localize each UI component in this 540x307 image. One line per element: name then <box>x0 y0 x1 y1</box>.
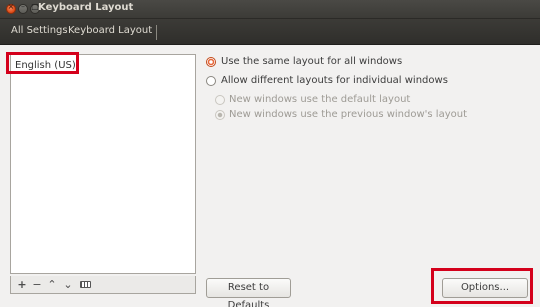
remove-layout-button[interactable]: − <box>30 277 44 292</box>
breadcrumb: All Settings Keyboard Layout <box>0 19 540 45</box>
minimize-window-button[interactable]: – <box>18 2 28 14</box>
highlight-box-options <box>431 268 533 304</box>
new-previous-radio[interactable] <box>215 110 225 120</box>
move-down-button[interactable]: ⌄ <box>61 277 75 292</box>
keyboard-icon <box>79 281 91 288</box>
layout-list[interactable]: English (US) <box>10 54 196 274</box>
reset-to-defaults-button[interactable]: Reset to Defaults <box>206 278 291 307</box>
new-previous-label: New windows use the previous window's la… <box>229 109 467 120</box>
window-titlebar: × – □ Keyboard Layout <box>0 0 540 19</box>
all-settings-button[interactable]: All Settings <box>11 25 68 36</box>
same-layout-radio[interactable] <box>206 57 216 67</box>
close-icon: × <box>7 2 15 11</box>
different-layouts-radio[interactable] <box>206 76 216 86</box>
layout-list-toolbar: + − ⌃ ⌄ <box>10 276 196 294</box>
different-layouts-label[interactable]: Allow different layouts for individual w… <box>221 75 448 86</box>
add-layout-button[interactable]: + <box>15 277 29 292</box>
close-window-button[interactable]: × <box>6 2 16 14</box>
move-up-button[interactable]: ⌃ <box>45 277 59 292</box>
show-keyboard-button[interactable] <box>78 277 92 292</box>
new-default-label: New windows use the default layout <box>229 94 411 105</box>
same-layout-label[interactable]: Use the same layout for all windows <box>221 56 402 67</box>
new-default-radio[interactable] <box>215 95 225 105</box>
window-title: Keyboard Layout <box>38 2 134 13</box>
highlight-box-layout <box>6 52 79 74</box>
breadcrumb-current[interactable]: Keyboard Layout <box>68 25 158 40</box>
minimize-icon: – <box>21 2 25 11</box>
